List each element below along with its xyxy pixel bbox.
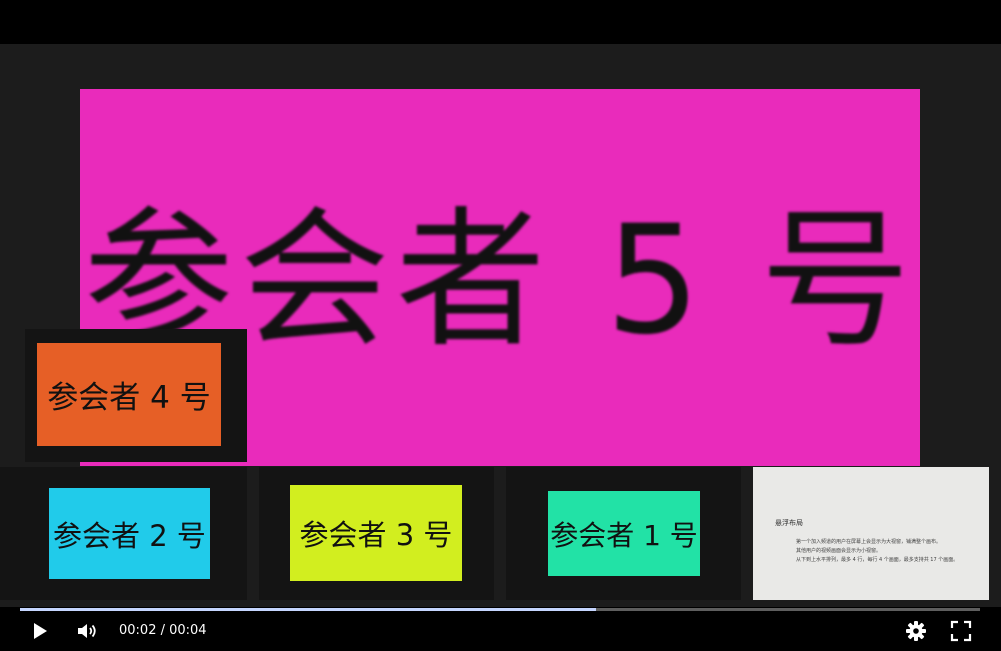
play-button[interactable] <box>28 620 52 642</box>
play-icon <box>34 623 47 639</box>
document-line: 第一个加入频道的用户在屏幕上会显示为大视窗，铺满整个画布。 <box>796 539 942 545</box>
participant-1-label: 参会者 1 号 <box>550 518 698 552</box>
volume-icon <box>78 624 96 638</box>
volume-button[interactable] <box>75 620 101 642</box>
fullscreen-button[interactable] <box>948 619 974 643</box>
top-bar <box>0 0 1001 44</box>
document-title: 悬浮布局 <box>775 519 803 527</box>
gear-icon <box>906 621 926 641</box>
participant-tile-3: 参会者 3 号 <box>290 485 462 581</box>
document-tile: 悬浮布局 第一个加入频道的用户在屏幕上会显示为大视窗，铺满整个画布。 其他用户的… <box>753 467 989 600</box>
video-canvas[interactable]: 参会者 5 号 参会者 4 号 参会者 2 号 参会者 3 号 参会者 1 号 … <box>0 44 1001 607</box>
participant-tile-1: 参会者 1 号 <box>548 491 700 576</box>
participant-tile-4: 参会者 4 号 <box>37 343 221 446</box>
document-line: 其他用户的视频画面会显示为小视窗。 <box>796 548 882 554</box>
participant-3-label: 参会者 3 号 <box>299 518 453 552</box>
fullscreen-icon <box>950 620 972 642</box>
document-line: 从下到上水平排列，最多 4 行，每行 4 个画面，最多支持共 17 个画面。 <box>796 557 959 563</box>
participant-4-label: 参会者 4 号 <box>47 380 211 416</box>
settings-button[interactable] <box>903 619 929 643</box>
participant-2-label: 参会者 2 号 <box>53 518 206 553</box>
participant-tile-2: 参会者 2 号 <box>49 488 210 579</box>
time-display: 00:02 / 00:04 <box>119 623 207 638</box>
player-controls: 00:02 / 00:04 <box>0 611 1001 651</box>
